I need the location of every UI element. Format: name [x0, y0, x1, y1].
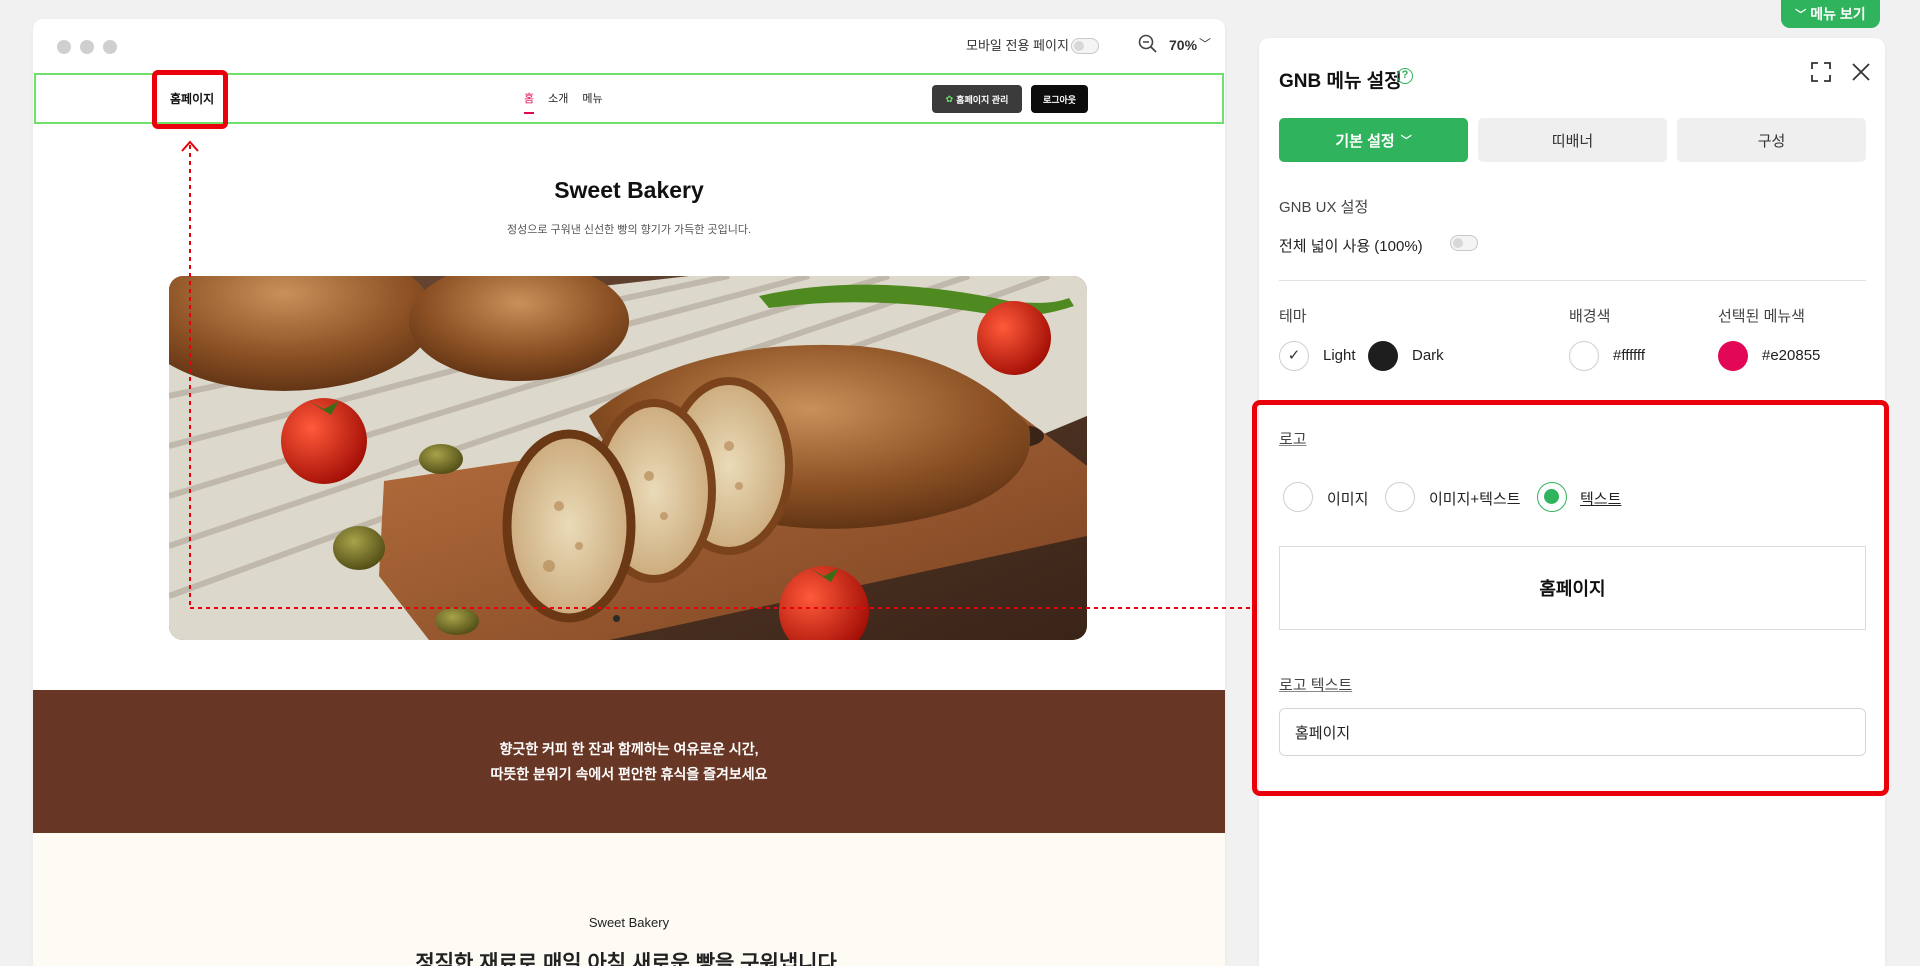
- check-icon: ✓: [1287, 347, 1301, 364]
- tab-basic-settings[interactable]: 기본 설정 ﹀: [1279, 118, 1468, 162]
- logo-highlight-box: [152, 70, 228, 129]
- theme-label: 테마: [1279, 308, 1307, 325]
- site-preview: 모바일 전용 페이지 70% ﹀ 홈페이지 홈 소개 메뉴 ✿ 홈페이지 관리 …: [33, 19, 1225, 966]
- intro-section: Sweet Bakery 정직한 재료로 매일 아침 새로운 빵을 구워냅니다.: [33, 833, 1225, 966]
- selected-menu-color-label: 선택된 메뉴색: [1718, 308, 1805, 325]
- zoom-level[interactable]: 70%: [1169, 35, 1197, 55]
- homepage-manage-button[interactable]: ✿ 홈페이지 관리: [932, 85, 1022, 113]
- full-width-toggle[interactable]: [1450, 235, 1478, 251]
- theme-dark-label: Dark: [1412, 347, 1444, 364]
- nav-item-home[interactable]: 홈: [524, 90, 535, 114]
- close-icon[interactable]: [1849, 60, 1873, 84]
- logout-button[interactable]: 로그아웃: [1031, 85, 1088, 113]
- intro-heading: 정직한 재료로 매일 아침 새로운 빵을 구워냅니다.: [415, 952, 843, 966]
- hero-subtitle: 정성으로 구워낸 신선한 빵의 향기가 가득한 곳입니다.: [506, 224, 752, 236]
- nav-item-about[interactable]: 소개: [548, 90, 568, 106]
- tab-composition[interactable]: 구성: [1677, 118, 1866, 162]
- bg-color-label: 배경색: [1569, 308, 1611, 325]
- mobile-only-toggle[interactable]: [1071, 38, 1099, 54]
- mobile-only-label: 모바일 전용 페이지: [966, 38, 1069, 53]
- menu-view-tab[interactable]: ﹀ 메뉴 보기: [1781, 0, 1880, 28]
- nav-item-menu[interactable]: 메뉴: [582, 90, 602, 106]
- promo-line-1: 향긋한 커피 한 잔과 함께하는 여유로운 시간,: [499, 741, 759, 757]
- window-dot: [103, 40, 117, 54]
- full-width-label: 전체 넓이 사용 (100%): [1279, 238, 1423, 255]
- logo-settings-highlight-box: [1252, 400, 1889, 796]
- window-dot: [57, 40, 71, 54]
- selected-menu-color-value: #e20855: [1762, 347, 1821, 364]
- tab-basic-label: 기본 설정: [1335, 132, 1395, 150]
- intro-eyebrow: Sweet Bakery: [588, 915, 670, 930]
- bg-color-swatch[interactable]: [1569, 341, 1599, 371]
- expand-icon[interactable]: [1809, 60, 1833, 84]
- panel-title: GNB 메뉴 설정: [1279, 71, 1402, 92]
- bg-color-value: #ffffff: [1613, 347, 1645, 364]
- theme-dark-swatch[interactable]: [1368, 341, 1398, 371]
- promo-band: 향긋한 커피 한 잔과 함께하는 여유로운 시간, 따뜻한 분위기 속에서 편안…: [33, 690, 1225, 833]
- carousel-indicator[interactable]: [613, 615, 620, 622]
- gnb-ux-label: GNB UX 설정: [1279, 199, 1369, 216]
- theme-light-swatch[interactable]: ✓: [1279, 341, 1309, 371]
- tab-strip-banner[interactable]: 띠배너: [1478, 118, 1667, 162]
- zoom-out-icon[interactable]: [1137, 33, 1159, 55]
- selected-menu-color-swatch[interactable]: [1718, 341, 1748, 371]
- chevron-down-icon[interactable]: ﹀: [1199, 35, 1211, 52]
- theme-light-label: Light: [1323, 347, 1356, 364]
- hero-title: Sweet Bakery: [554, 177, 704, 203]
- homepage-manage-label: 홈페이지 관리: [956, 94, 1009, 105]
- help-icon[interactable]: ?: [1397, 68, 1413, 84]
- menu-view-label: 메뉴 보기: [1810, 6, 1866, 22]
- chevron-down-icon: ﹀: [1400, 135, 1412, 147]
- chevron-down-icon: ﹀: [1795, 9, 1807, 21]
- hero-bread-image: [169, 276, 1087, 640]
- window-dot: [80, 40, 94, 54]
- preview-window-bar: 모바일 전용 페이지 70% ﹀: [33, 19, 1225, 73]
- promo-line-2: 따뜻한 분위기 속에서 편안한 휴식을 즐겨보세요: [490, 766, 768, 782]
- divider: [1279, 280, 1866, 281]
- site-nav-menu: 홈 소개 메뉴: [524, 90, 603, 114]
- gear-icon: ✿: [945, 93, 954, 104]
